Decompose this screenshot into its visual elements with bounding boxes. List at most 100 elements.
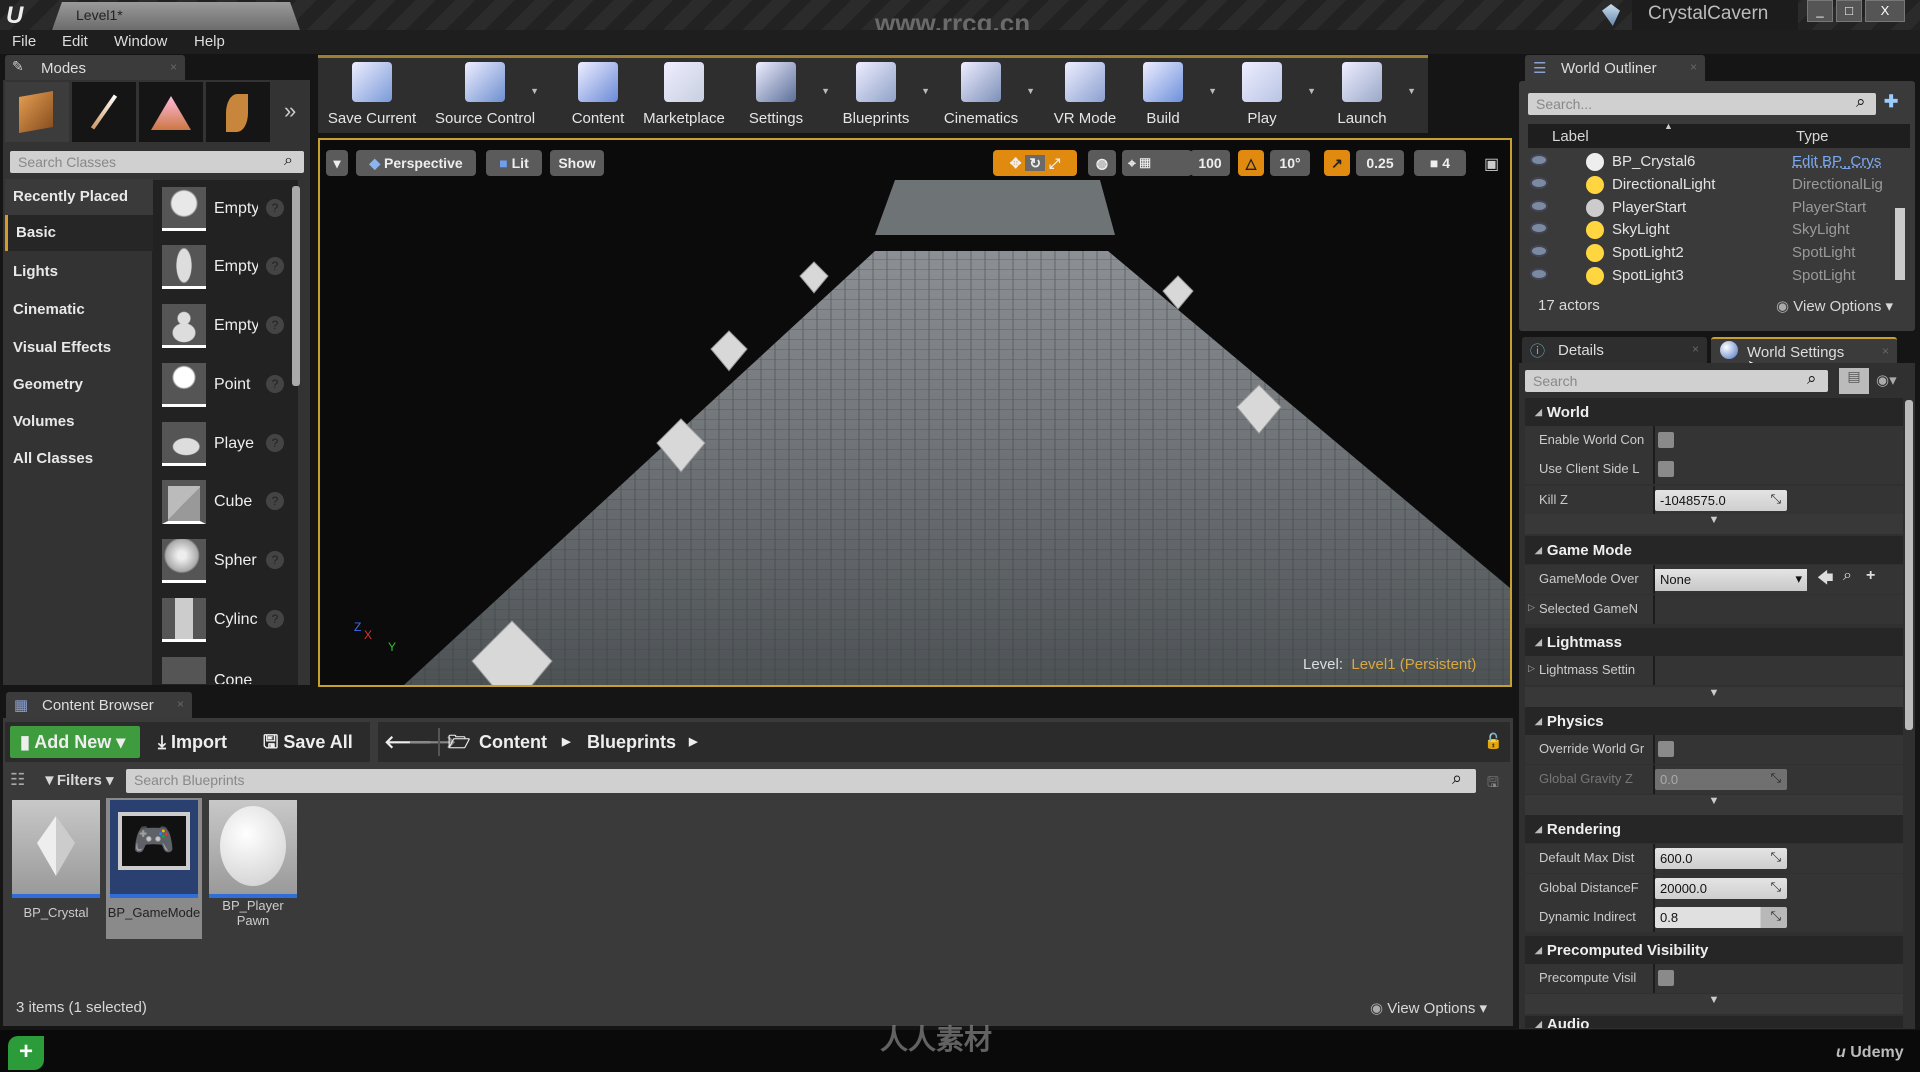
placeable-empty-actor[interactable]: Empty? xyxy=(160,184,288,238)
settings-button[interactable]: Settings ▼ xyxy=(726,60,830,130)
scale-icon[interactable]: ⤢ xyxy=(1049,155,1060,171)
tab-content-browser[interactable]: Content Browser × xyxy=(6,692,192,718)
expand-advanced-button[interactable]: ▼ xyxy=(1525,687,1903,707)
tab-details[interactable]: Details × xyxy=(1522,337,1707,363)
scrollbar[interactable] xyxy=(292,186,300,386)
outliner-row[interactable]: DirectionalLight DirectionalLig xyxy=(1530,174,1890,196)
category-cinematic[interactable]: Cinematic xyxy=(5,292,153,328)
placeable-cube[interactable]: Cube? xyxy=(160,477,288,531)
maximize-button[interactable]: □ xyxy=(1836,0,1862,22)
filters-button[interactable]: ▼Filters ▾ xyxy=(42,771,114,789)
rotate-icon[interactable]: ↻ xyxy=(1025,155,1046,171)
section-lightmass[interactable]: Lightmass xyxy=(1525,628,1903,656)
expand-advanced-button[interactable]: ▼ xyxy=(1525,994,1903,1014)
close-tab-icon[interactable]: × xyxy=(1692,342,1699,356)
save-current-button[interactable]: Save Current xyxy=(322,60,422,130)
use-selected-arrow-icon[interactable]: 🡄 xyxy=(1817,567,1834,594)
global-distance-field-input[interactable]: 20000.0 xyxy=(1655,878,1787,899)
visibility-eye-icon[interactable] xyxy=(1530,154,1548,166)
place-mode-icon[interactable] xyxy=(5,82,69,142)
cinematics-button[interactable]: Cinematics ▼ xyxy=(931,60,1035,130)
visibility-options-icon[interactable]: ◉▾ xyxy=(1876,371,1897,389)
blueprints-button[interactable]: Blueprints ▼ xyxy=(826,60,930,130)
asset-bp-crystal[interactable] xyxy=(12,800,100,898)
outliner-view-options[interactable]: ◉ View Options ▾ xyxy=(1776,297,1893,315)
property-lightmass-settings[interactable]: Lightmass Settin ▷ xyxy=(1525,656,1903,685)
column-type[interactable]: Type xyxy=(1796,128,1829,145)
transform-tools[interactable]: ✥ ↻ ⤢ xyxy=(993,150,1077,176)
crystal-actor[interactable] xyxy=(799,261,829,294)
section-audio[interactable]: Audio xyxy=(1525,1016,1903,1028)
placeable-sphere[interactable]: Spher? xyxy=(160,536,288,590)
global-gravity-input[interactable]: 0.0 xyxy=(1655,769,1787,790)
placeable-player-start[interactable]: Playe? xyxy=(160,419,288,473)
path-blueprints[interactable]: Blueprints xyxy=(587,726,676,758)
property-selected-gamemode[interactable]: Selected GameN ▷ xyxy=(1525,595,1903,624)
tab-world-outliner[interactable]: World Outliner × xyxy=(1525,55,1705,81)
help-icon[interactable]: ? xyxy=(266,316,284,334)
add-feature-icon[interactable]: + xyxy=(8,1036,44,1070)
gamemode-override-dropdown[interactable]: None ▾ xyxy=(1655,569,1807,591)
source-control-button[interactable]: Source Control ▼ xyxy=(435,60,539,130)
close-tab-icon[interactable]: × xyxy=(177,697,184,711)
checkbox[interactable] xyxy=(1658,970,1674,986)
tab-world-settings[interactable]: World Settings × xyxy=(1711,337,1897,363)
category-all-classes[interactable]: All Classes xyxy=(5,441,153,477)
more-modes-button[interactable]: » xyxy=(284,98,296,124)
import-button[interactable]: ⤓ Import xyxy=(158,726,227,758)
show-button[interactable]: Show xyxy=(550,150,604,176)
translate-icon[interactable]: ✥ xyxy=(1010,155,1022,171)
crystal-actor[interactable] xyxy=(710,330,748,372)
section-world[interactable]: World xyxy=(1525,398,1903,426)
outliner-row[interactable]: PlayerStart PlayerStart xyxy=(1530,197,1890,219)
outliner-row[interactable]: SkyLight SkyLight xyxy=(1530,219,1890,241)
placeable-point-light[interactable]: Point? xyxy=(160,360,288,414)
category-geometry[interactable]: Geometry xyxy=(5,367,153,403)
scale-snap-value[interactable]: 0.25 xyxy=(1356,150,1404,176)
help-icon[interactable]: ? xyxy=(266,375,284,393)
play-button[interactable]: Play ▼ xyxy=(1212,60,1316,130)
checkbox[interactable] xyxy=(1658,461,1674,477)
visibility-eye-icon[interactable] xyxy=(1530,176,1548,189)
help-icon[interactable]: ? xyxy=(266,434,284,452)
sources-panel-icon[interactable]: ☷ xyxy=(10,770,25,790)
outliner-row[interactable]: BP_Crystal6 Edit BP_Crys xyxy=(1530,151,1890,173)
foliage-mode-icon[interactable] xyxy=(206,82,270,142)
help-icon[interactable]: ? xyxy=(266,551,284,569)
placeable-cylinder[interactable]: Cylinc? xyxy=(160,595,288,649)
content-view-options[interactable]: ◉ View Options ▾ xyxy=(1370,999,1487,1017)
section-precomputed-visibility[interactable]: Precomputed Visibility xyxy=(1525,936,1903,964)
menu-edit[interactable]: Edit xyxy=(62,33,88,50)
add-folder-icon[interactable]: ✚ xyxy=(1884,92,1898,112)
menu-window[interactable]: Window xyxy=(114,33,167,50)
category-volumes[interactable]: Volumes xyxy=(5,404,153,440)
visibility-eye-icon[interactable] xyxy=(1530,245,1548,258)
max-distance-input[interactable]: 600.0 xyxy=(1655,848,1787,869)
help-icon[interactable]: ? xyxy=(266,257,284,275)
category-visual-effects[interactable]: Visual Effects xyxy=(5,330,153,366)
close-tab-icon[interactable]: × xyxy=(1690,60,1697,74)
expand-advanced-button[interactable]: ▼ xyxy=(1525,514,1903,534)
grid-snap-value[interactable]: 100 xyxy=(1190,150,1230,176)
build-button[interactable]: Build ▼ xyxy=(1113,60,1217,130)
path-separator-icon[interactable]: ▶ xyxy=(689,726,697,758)
column-label[interactable]: Label xyxy=(1552,128,1589,145)
menu-help[interactable]: Help xyxy=(194,33,225,50)
help-icon[interactable]: ? xyxy=(266,492,284,510)
section-game-mode[interactable]: Game Mode xyxy=(1525,536,1903,564)
outliner-scrollbar[interactable] xyxy=(1895,208,1905,280)
dropdown-arrow-icon[interactable]: ▼ xyxy=(1407,86,1416,96)
expand-advanced-button[interactable]: ▼ xyxy=(1525,795,1903,815)
category-recently-placed[interactable]: Recently Placed xyxy=(5,179,153,215)
property-matrix-icon[interactable]: ▤ xyxy=(1839,368,1869,394)
level-viewport[interactable] xyxy=(318,138,1512,687)
content-button[interactable]: Content xyxy=(548,60,648,130)
folder-icon[interactable]: 🗁 xyxy=(448,726,470,758)
outliner-row[interactable]: SpotLight3 SpotLight xyxy=(1530,265,1890,287)
scale-snap-icon[interactable]: ↗ xyxy=(1324,150,1350,176)
kill-z-input[interactable]: -1048575.0 xyxy=(1655,490,1787,511)
details-search-input[interactable]: Search xyxy=(1525,370,1828,392)
category-lights[interactable]: Lights xyxy=(5,254,153,290)
outliner-row[interactable]: SpotLight2 SpotLight xyxy=(1530,242,1890,264)
close-button[interactable]: X xyxy=(1865,0,1905,22)
